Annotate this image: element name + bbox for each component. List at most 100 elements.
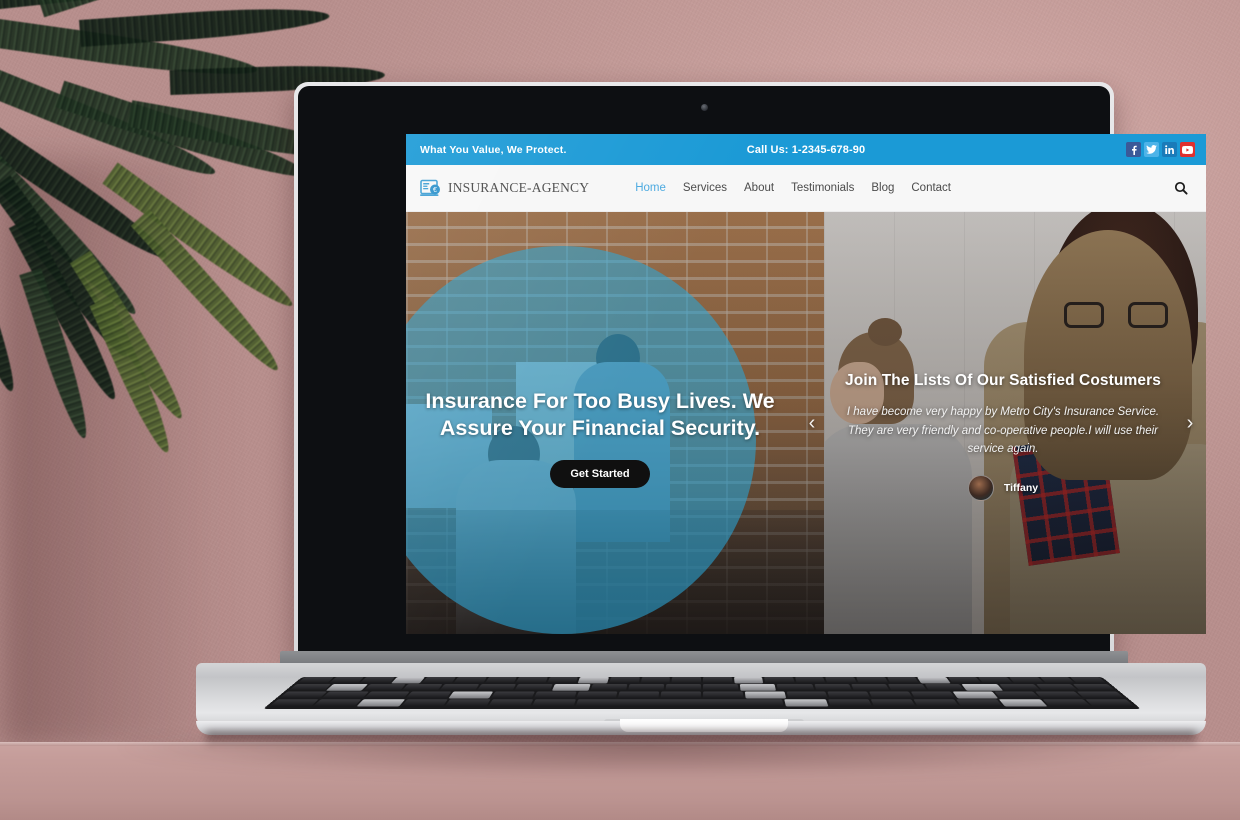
keyboard-key (401, 684, 443, 691)
keyboard-key (1085, 699, 1135, 707)
keyboard-key (1077, 691, 1125, 699)
keyboard-key (406, 691, 452, 699)
facebook-icon[interactable] (1126, 142, 1141, 157)
svg-text:€: € (433, 187, 437, 194)
keyboard-key (1009, 677, 1045, 684)
keyboard-key (488, 699, 534, 707)
keyboard-key (740, 684, 777, 691)
keyboard-key (887, 684, 928, 691)
keyboard-key (575, 691, 618, 699)
keyboard-key (952, 691, 998, 699)
nav-item-testimonials[interactable]: Testimonials (791, 182, 854, 194)
keyboard-key (484, 677, 518, 684)
keyboard-key (956, 699, 1004, 707)
testimonial-author: Tiffany (810, 474, 1196, 501)
chevron-right-icon[interactable]: › (1180, 413, 1200, 433)
avatar (967, 474, 994, 501)
webcam-icon (700, 104, 708, 111)
keyboard-key (589, 684, 628, 691)
keyboard-key (913, 699, 960, 707)
keyboard-key (733, 677, 764, 684)
testimonial-title: Join The Lists Of Our Satisfied Costumer… (845, 372, 1161, 389)
nav-item-home[interactable]: Home (635, 182, 666, 194)
photo-scene: What You Value, We Protect. Call Us: 1-2… (0, 0, 1240, 820)
keyboard-row (276, 691, 1128, 699)
keyboard-key (288, 684, 332, 691)
hero-copy: Insurance For Too Busy Lives. We Assure … (420, 388, 780, 488)
keyboard-key (924, 684, 965, 691)
keyboard-key (1070, 677, 1107, 684)
phone-number[interactable]: Call Us: 1-2345-678-90 (747, 144, 865, 156)
keyboard-key (400, 699, 448, 707)
laptop-device: What You Value, We Protect. Call Us: 1-2… (196, 82, 1206, 762)
keyboard-key (813, 684, 852, 691)
keyboard-key (476, 684, 517, 691)
keyboard-key (356, 699, 405, 707)
keyboard[interactable] (262, 677, 1142, 710)
keyboard-key (825, 677, 857, 684)
keyboard-key (422, 677, 457, 684)
keyboard-key (1072, 684, 1116, 691)
keyboard-key (764, 677, 795, 684)
keyboard-key (532, 699, 577, 707)
chevron-left-icon[interactable]: ‹ (802, 413, 822, 433)
keyboard-key (665, 684, 702, 691)
base-shadow (206, 731, 1196, 747)
keyboard-key (850, 684, 890, 691)
keyboard-key (444, 699, 491, 707)
keyboard-key (627, 684, 665, 691)
keyboard-deck (196, 663, 1206, 735)
youtube-icon[interactable] (1180, 142, 1195, 157)
brand-name: INSURANCE-AGENCY (448, 180, 590, 195)
keyboard-key (794, 677, 826, 684)
keyboard-key (491, 691, 535, 699)
palm-frond (79, 2, 331, 48)
keyboard-key (269, 699, 319, 707)
keyboard-key (947, 677, 982, 684)
nav-item-services[interactable]: Services (683, 182, 727, 194)
website: What You Value, We Protect. Call Us: 1-2… (406, 134, 1206, 634)
search-icon[interactable] (1172, 179, 1190, 197)
keyboard-key (1039, 677, 1076, 684)
keyboard-key (744, 691, 786, 699)
keyboard-key (313, 699, 362, 707)
keyboard-key (703, 691, 744, 699)
keyboard-row (266, 699, 1138, 707)
nav-item-about[interactable]: About (744, 182, 774, 194)
keyboard-key (515, 677, 548, 684)
keyboard-row (285, 684, 1119, 691)
keyboard-key (827, 699, 872, 707)
primary-nav: Home Services About Testimonials Blog Co… (635, 182, 951, 194)
get-started-button[interactable]: Get Started (550, 459, 650, 488)
keyboard-key (618, 691, 660, 699)
keyboard-key (855, 677, 889, 684)
keyboard-key (671, 677, 701, 684)
site-tagline: What You Value, We Protect. (420, 143, 567, 156)
keyboard-key (999, 699, 1048, 707)
keyboard-key (702, 677, 733, 684)
keyboard-key (448, 691, 494, 699)
nav-item-blog[interactable]: Blog (871, 182, 894, 194)
keyboard-key (390, 677, 426, 684)
laptop-lid: What You Value, We Protect. Call Us: 1-2… (294, 82, 1206, 657)
testimonial-quote: I have become very happy by Metro City's… (846, 406, 1160, 456)
keyboard-key (321, 691, 369, 699)
twitter-icon[interactable] (1144, 142, 1159, 157)
keyboard-key (576, 699, 785, 707)
keyboard-key (784, 699, 829, 707)
linkedin-icon[interactable] (1162, 142, 1177, 157)
testimonial-author-name: Tiffany (1003, 481, 1039, 494)
keyboard-key (870, 699, 916, 707)
keyboard-key (777, 684, 815, 691)
keyboard-key (886, 677, 920, 684)
nav-item-contact[interactable]: Contact (911, 182, 951, 194)
keyboard-key (1035, 691, 1083, 699)
brand-logo[interactable]: € INSURANCE-AGENCY (420, 178, 589, 198)
social-links (1126, 142, 1195, 157)
keyboard-key (827, 691, 871, 699)
keyboard-key (514, 684, 554, 691)
keyboard-key (998, 684, 1041, 691)
keyboard-key (359, 677, 395, 684)
keyboard-key (363, 684, 406, 691)
keyboard-key (1042, 699, 1091, 707)
